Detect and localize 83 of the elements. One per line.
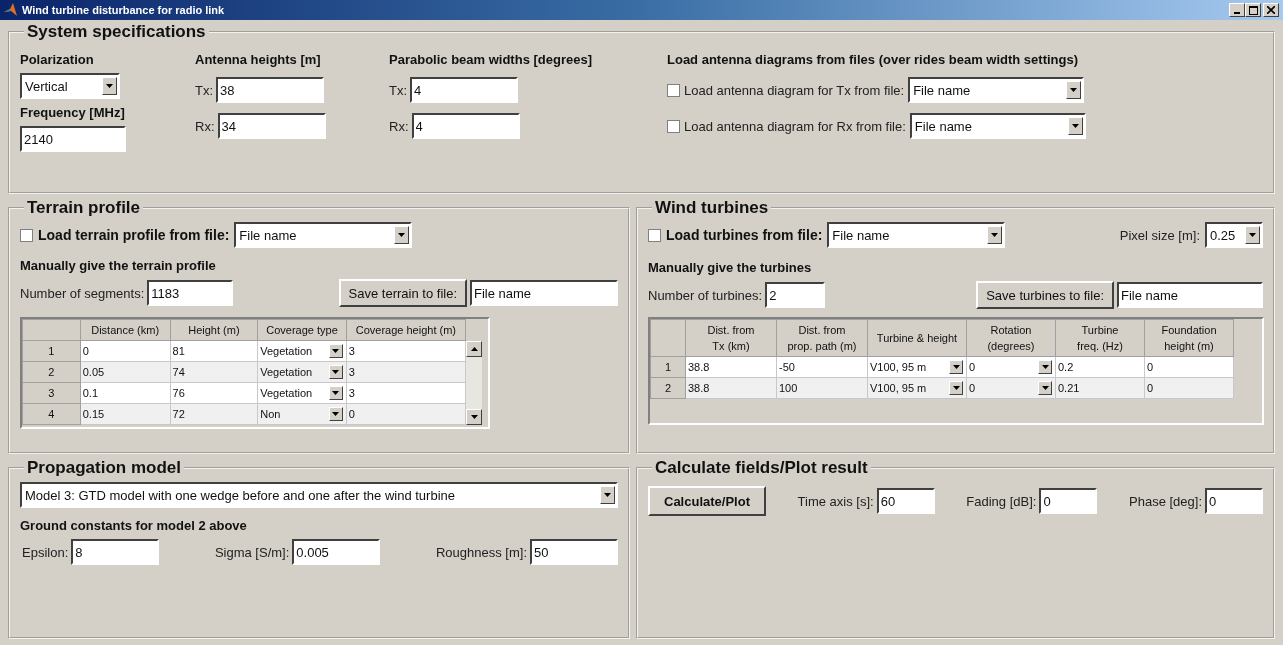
input-field[interactable]: 4 <box>410 77 519 103</box>
section-label: Load antenna diagrams from files (over rides beam width settings) <box>667 52 1080 67</box>
dropdown[interactable]: Model 3: GTD model with one wedge before and one after the wind turbine <box>20 482 618 508</box>
column-header: Distance (km) <box>80 319 171 341</box>
input-field[interactable]: 50 <box>530 539 618 565</box>
field-label: Number of segments: <box>20 285 145 301</box>
row-number: 2 <box>650 377 686 399</box>
field-label: Rx: <box>195 118 215 134</box>
checkbox[interactable] <box>20 228 33 242</box>
close-button[interactable] <box>1263 3 1279 17</box>
close-icon <box>1267 6 1275 14</box>
section-label: Polarization <box>20 52 95 67</box>
input-field[interactable]: 2 <box>765 282 826 308</box>
field-label: Number of turbines: <box>648 287 763 303</box>
input-field[interactable]: 8 <box>71 539 160 565</box>
column-header: Height (m) <box>170 319 258 341</box>
field-label: Roughness [m]: <box>435 544 527 560</box>
input-field[interactable]: 60 <box>876 488 935 514</box>
row-number: 1 <box>22 340 81 362</box>
checkbox-label: Load turbines from file: <box>666 227 823 243</box>
section-label: Antenna heights [m] <box>195 52 322 67</box>
calculate-button[interactable]: Calculate/Plot <box>648 486 766 516</box>
section-label: Manually give the turbines <box>648 260 813 275</box>
minimize-button[interactable] <box>1229 3 1245 17</box>
column-header: Coverage type <box>257 319 347 341</box>
file-name-field[interactable]: File name <box>1117 282 1263 308</box>
panel-title: Terrain profile <box>26 198 142 218</box>
panel-title: System specifications <box>26 22 207 42</box>
maximize-button[interactable] <box>1245 3 1261 17</box>
input-field[interactable]: 0 <box>1205 488 1263 514</box>
row-number: 3 <box>22 382 81 404</box>
row-number: 2 <box>22 361 81 383</box>
dropdown[interactable]: File name <box>234 222 413 248</box>
dropdown[interactable]: File name <box>908 77 1085 103</box>
column-header: Turbine & height <box>867 319 967 357</box>
column-header: Turbine freq. (Hz) <box>1055 319 1145 357</box>
field-label: Fading [dB]: <box>966 493 1037 509</box>
section-label: Frequency [MHz] <box>20 105 126 120</box>
scrollbar[interactable] <box>466 341 482 425</box>
column-header: Foundation height (m) <box>1144 319 1234 357</box>
field-label: Time axis [s]: <box>797 493 874 509</box>
checkbox-label: Load antenna diagram for Rx from file: <box>684 118 906 134</box>
input-field[interactable]: 4 <box>411 113 520 139</box>
field-label: Epsilon: <box>22 544 69 560</box>
section-label: Ground constants for model 2 above <box>20 518 248 533</box>
maximize-icon <box>1248 5 1258 15</box>
window-title: Wind turbine disturbance for radio link <box>22 4 226 16</box>
dropdown[interactable]: Vertical <box>20 73 120 99</box>
save-button[interactable]: Save terrain to file: <box>338 279 467 307</box>
section-label: Parabolic beam widths [degrees] <box>389 52 593 67</box>
checkbox-label: Load antenna diagram for Tx from file: <box>684 82 905 98</box>
input-field[interactable]: 2140 <box>20 126 126 152</box>
file-name-field[interactable]: File name <box>470 280 618 306</box>
section-label: Manually give the terrain profile <box>20 258 217 273</box>
checkbox-label: Load terrain profile from file: <box>38 227 230 243</box>
column-header: Coverage height (m) <box>346 319 466 341</box>
field-label: Sigma [S/m]: <box>214 544 290 560</box>
panel-title: Wind turbines <box>654 198 770 218</box>
dropdown[interactable]: File name <box>827 222 1006 248</box>
dropdown[interactable]: 0.25 <box>1205 222 1263 248</box>
field-label: Pixel size [m]: <box>1119 227 1200 243</box>
column-header: Dist. from Tx (km) <box>685 319 777 357</box>
checkbox[interactable] <box>648 228 661 242</box>
dropdown[interactable]: File name <box>909 113 1086 139</box>
field-label: Tx: <box>195 82 214 98</box>
save-button[interactable]: Save turbines to file: <box>976 281 1114 309</box>
field-label: Tx: <box>389 82 408 98</box>
panel-title: Propagation model <box>26 458 182 478</box>
input-field[interactable]: 1183 <box>147 280 234 306</box>
input-field[interactable]: 34 <box>217 113 326 139</box>
input-field[interactable]: 0.005 <box>292 539 381 565</box>
checkbox[interactable] <box>667 119 680 133</box>
app-logo-icon <box>4 3 18 17</box>
checkbox[interactable] <box>667 83 680 97</box>
input-field[interactable]: 38 <box>216 77 325 103</box>
row-number: 1 <box>650 356 686 378</box>
input-field[interactable]: 0 <box>1039 488 1098 514</box>
field-label: Rx: <box>389 118 409 134</box>
column-header: Rotation (degrees) <box>966 319 1056 357</box>
field-label: Phase [deg]: <box>1129 493 1202 509</box>
row-number: 4 <box>22 403 81 425</box>
column-header: Dist. from prop. path (m) <box>776 319 868 357</box>
panel-title: Calculate fields/Plot result <box>654 458 869 478</box>
